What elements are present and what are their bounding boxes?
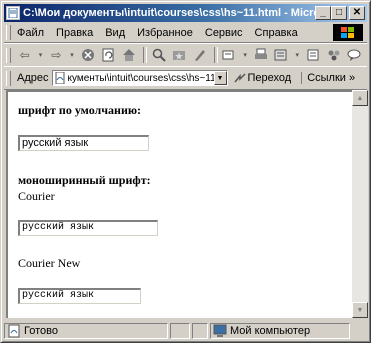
menu-grip[interactable] <box>6 25 11 40</box>
chevron-down-icon: ▼ <box>216 74 224 82</box>
menu-help[interactable]: Справка <box>255 27 298 39</box>
links-label: Ссылки <box>307 72 346 84</box>
heading-monospace-font: моноширинный шрифт: <box>18 173 151 187</box>
window-title: C:\Мои документы\intuit\courses\css\hs~1… <box>23 7 323 19</box>
status-panel: Готово <box>4 322 168 339</box>
go-label: Переход <box>247 72 292 84</box>
minimize-button[interactable]: _ <box>315 6 331 20</box>
title-bar[interactable]: C:\Мои документы\intuit\courses\css\hs~1… <box>4 4 367 22</box>
status-panel-empty <box>170 322 190 339</box>
scroll-up-icon: ▲ <box>356 94 364 102</box>
document-icon <box>6 6 20 20</box>
page-icon <box>55 72 64 84</box>
font-name-courier: Courier <box>18 189 55 203</box>
windows-logo-icon <box>333 24 363 41</box>
standard-toolbar: ⇦ ▾ ⇨ ▾ ▾ ▾ <box>4 43 367 67</box>
forward-icon[interactable]: ⇨ <box>48 47 64 63</box>
print-icon[interactable] <box>253 47 269 63</box>
refresh-icon[interactable] <box>101 47 117 63</box>
minimize-icon: _ <box>320 7 326 18</box>
toolbar-grip[interactable] <box>6 47 11 63</box>
close-icon: ✕ <box>352 7 362 18</box>
menu-bar: Файл Правка Вид Избранное Сервис Справка <box>4 23 367 43</box>
close-button[interactable]: ✕ <box>349 6 365 20</box>
edit-icon[interactable] <box>274 47 290 63</box>
address-label: Адрес <box>17 72 49 84</box>
address-value: кументы\intuit\courses\css\hs~11.html <box>67 72 214 84</box>
messenger-icon[interactable] <box>326 47 342 63</box>
text-field-default[interactable]: русский язык <box>18 135 149 151</box>
search-icon[interactable] <box>151 47 167 63</box>
chat-icon[interactable] <box>346 47 362 63</box>
menu-favorites[interactable]: Избранное <box>137 27 193 39</box>
scroll-up-button[interactable]: ▲ <box>352 90 368 106</box>
stop-icon[interactable] <box>80 47 96 63</box>
favorites-icon[interactable] <box>171 47 187 63</box>
menu-edit[interactable]: Правка <box>56 27 93 39</box>
status-panel-empty <box>192 322 208 339</box>
address-bar: Адрес кументы\intuit\courses\css\hs~11.h… <box>4 66 367 90</box>
links-button[interactable]: Ссылки » <box>301 72 355 84</box>
menu-tools[interactable]: Сервис <box>205 27 243 39</box>
forward-arrow: ⇨ <box>51 48 62 62</box>
page-content: шрифт по умолчанию: русский язык моношир… <box>6 90 352 318</box>
page-status-icon <box>8 324 20 337</box>
back-dropdown-icon[interactable]: ▾ <box>38 47 44 63</box>
computer-icon <box>213 324 227 337</box>
zone-text: Мой компьютер <box>230 324 311 337</box>
scroll-down-icon: ▼ <box>356 306 364 314</box>
browser-window: C:\Мои документы\intuit\courses\css\hs~1… <box>0 0 371 343</box>
scroll-down-button[interactable]: ▼ <box>352 302 368 318</box>
address-dropdown-button[interactable]: ▼ <box>213 71 227 85</box>
discuss-icon[interactable] <box>305 47 321 63</box>
status-bar: Готово Мой компьютер <box>4 321 367 340</box>
maximize-icon: □ <box>335 7 343 18</box>
text-field-courier[interactable]: русский язык <box>18 220 158 236</box>
mail-dropdown-icon[interactable]: ▾ <box>242 47 248 63</box>
heading-default-font: шрифт по умолчанию: <box>18 103 142 117</box>
address-input[interactable]: кументы\intuit\courses\css\hs~11.html ▼ <box>51 70 228 86</box>
zone-panel: Мой компьютер <box>210 322 350 339</box>
back-arrow: ⇦ <box>19 48 30 62</box>
go-button[interactable]: Переход <box>233 72 292 84</box>
maximize-button[interactable]: □ <box>331 6 347 20</box>
font-name-courier-new: Courier New <box>18 256 81 270</box>
back-icon[interactable]: ⇦ <box>17 47 33 63</box>
go-arrow-icon <box>233 73 246 83</box>
toolbar-separator <box>142 47 147 63</box>
edit-dropdown-icon[interactable]: ▾ <box>294 47 300 63</box>
menu-view[interactable]: Вид <box>105 27 125 39</box>
history-icon[interactable] <box>192 47 208 63</box>
text-field-courier-new[interactable]: русский язык <box>18 288 141 304</box>
mail-icon[interactable] <box>222 47 238 63</box>
status-text: Готово <box>24 324 58 337</box>
forward-dropdown-icon[interactable]: ▾ <box>69 47 75 63</box>
address-grip[interactable] <box>6 70 11 86</box>
home-icon[interactable] <box>121 47 137 63</box>
menu-file[interactable]: Файл <box>17 27 44 39</box>
toolbar-separator <box>213 47 218 63</box>
vertical-scrollbar[interactable]: ▲ ▼ <box>352 90 368 318</box>
